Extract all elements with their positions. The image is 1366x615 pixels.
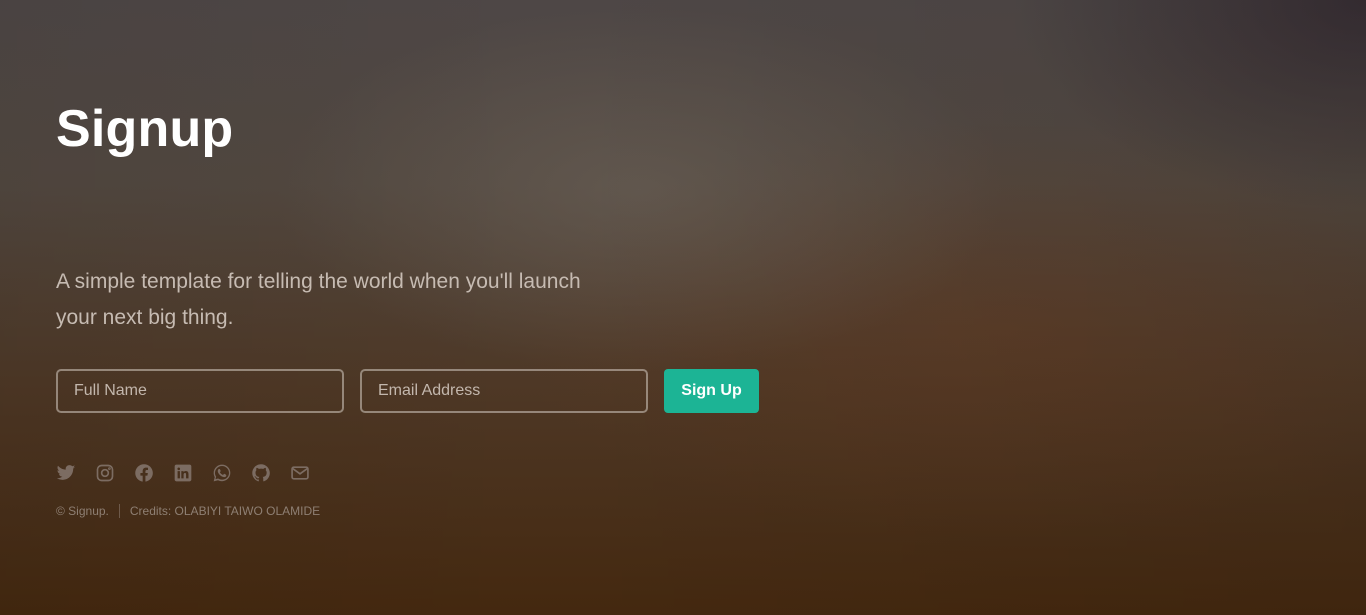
footer-divider xyxy=(118,504,120,518)
instagram-icon[interactable] xyxy=(95,463,115,483)
twitter-icon[interactable] xyxy=(56,463,76,483)
full-name-input[interactable] xyxy=(56,369,344,413)
copyright-text: © Signup. xyxy=(56,504,109,518)
facebook-icon[interactable] xyxy=(134,463,154,483)
signup-form: Sign Up xyxy=(56,369,759,413)
github-icon[interactable] xyxy=(251,463,271,483)
linkedin-icon[interactable] xyxy=(173,463,193,483)
sign-up-button[interactable]: Sign Up xyxy=(664,369,759,413)
tagline: A simple template for telling the world … xyxy=(56,270,581,329)
social-links xyxy=(56,463,329,483)
footer: © Signup. Credits: OLABIYI TAIWO OLAMIDE xyxy=(56,503,320,519)
email-input[interactable] xyxy=(360,369,648,413)
page-title: Signup xyxy=(56,100,234,158)
whatsapp-icon[interactable] xyxy=(212,463,232,483)
credits-text: Credits: OLABIYI TAIWO OLAMIDE xyxy=(129,504,321,518)
mail-icon[interactable] xyxy=(290,463,310,483)
